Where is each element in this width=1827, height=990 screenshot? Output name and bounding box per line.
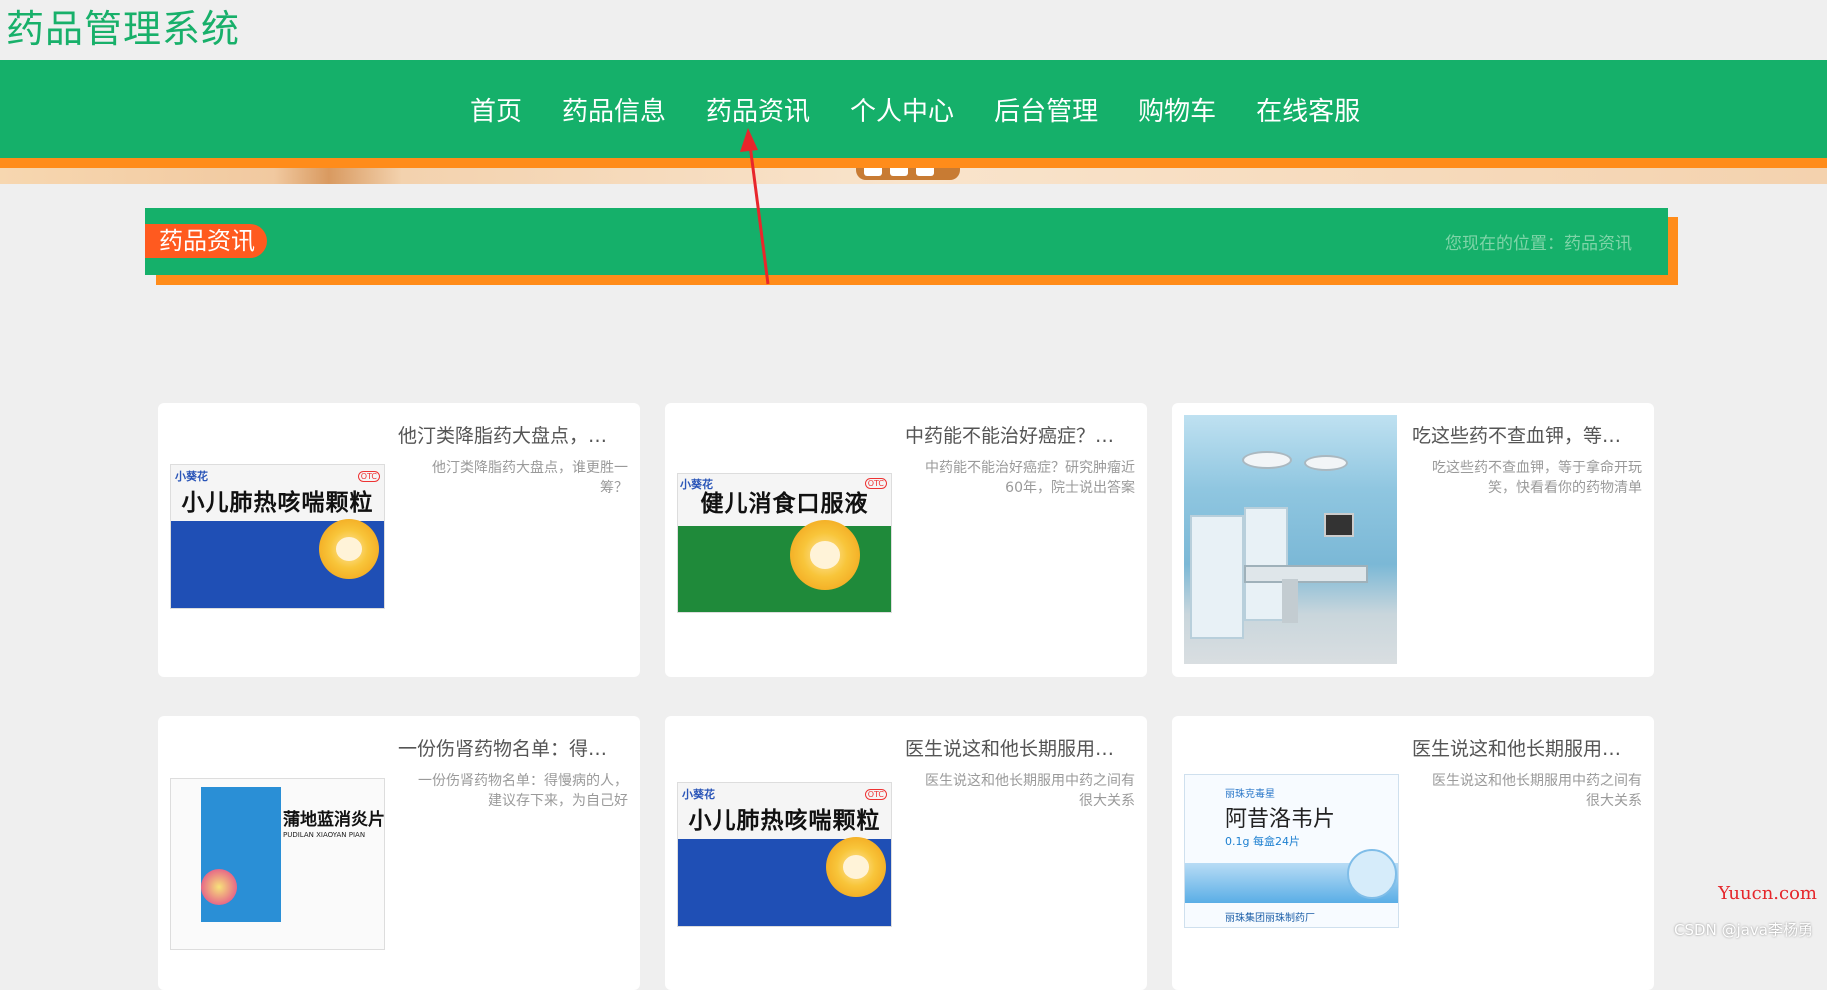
drug-name: 蒲地蓝消炎片	[283, 810, 385, 830]
operating-room-image	[1184, 415, 1397, 664]
drug-box-image: 蒲地蓝消炎片 PUDILAN XIAOYAN PIAN	[170, 778, 385, 950]
logo-emblem-icon	[1347, 849, 1397, 899]
box-panel	[678, 526, 891, 612]
watermark-site: Yuucn.com	[1718, 883, 1817, 904]
header-strip: 药品管理系统	[0, 0, 1827, 60]
news-summary: 一份伤肾药物名单：得慢病的人，建议存下来，为自己好	[418, 773, 628, 809]
news-title[interactable]: 他汀类降脂药大盘点，谁更胜一筹？	[398, 421, 626, 448]
carousel-indicators[interactable]	[856, 168, 960, 180]
nav-item-personal-center[interactable]: 个人中心	[850, 91, 954, 128]
news-card[interactable]: 小葵花 OTC 小儿肺热咳喘颗粒 他汀类降脂药大盘点，谁更胜一筹？ 他汀类降脂药…	[158, 403, 640, 677]
surgical-lamp-icon	[1304, 455, 1348, 471]
breadcrumb: 您现在的位置：药品资讯	[1445, 234, 1632, 254]
operating-table-shape	[1244, 565, 1368, 583]
news-summary: 医生说这和他长期服用中药之间有很大关系	[925, 773, 1135, 809]
drug-box-image: 小葵花 OTC 小儿肺热咳喘颗粒	[677, 782, 892, 927]
brand-label: 小葵花	[175, 470, 208, 483]
nav-item-drug-info[interactable]: 药品信息	[562, 91, 666, 128]
site-title: 药品管理系统	[6, 7, 241, 51]
table-stand-shape	[1282, 579, 1298, 623]
nav-item-drug-news[interactable]: 药品资讯	[706, 91, 810, 128]
drug-name: 小儿肺热咳喘颗粒	[181, 489, 374, 516]
sunflower-mascot-icon	[319, 519, 379, 579]
carousel-dot[interactable]	[890, 168, 908, 176]
sunflower-mascot-icon	[826, 837, 886, 897]
otc-badge: OTC	[864, 789, 887, 800]
drug-box-image: 小葵花 OTC 小儿肺热咳喘颗粒	[170, 464, 385, 609]
watermark-author: CSDN @java李杨勇	[1674, 921, 1813, 939]
nav-list: 首页 药品信息 药品资讯 个人中心 后台管理 购物车 在线客服	[470, 60, 1400, 158]
news-summary: 他汀类降脂药大盘点，谁更胜一筹？	[432, 460, 628, 496]
drug-name: 阿昔洛韦片	[1225, 807, 1336, 832]
sunflower-mascot-icon	[790, 520, 860, 590]
carousel-dot[interactable]	[864, 168, 882, 176]
monitor-icon	[1324, 513, 1354, 537]
news-summary: 中药能不能治好癌症？研究肿瘤近60年，院士说出答案	[925, 460, 1135, 496]
news-card[interactable]: 蒲地蓝消炎片 PUDILAN XIAOYAN PIAN 一份伤肾药物名单：得慢病…	[158, 716, 640, 990]
nav-underline	[0, 158, 1827, 168]
manufacturer: 丽珠集团丽珠制药厂	[1225, 913, 1315, 924]
news-title[interactable]: 医生说这和他长期服用中药之间有很大关系	[1412, 734, 1640, 761]
drug-spec: 0.1g 每盒24片	[1225, 835, 1300, 848]
lotus-icon	[201, 869, 237, 905]
nav-item-cart[interactable]: 购物车	[1138, 91, 1216, 128]
section-header	[145, 208, 1668, 275]
news-summary: 医生说这和他长期服用中药之间有很大关系	[1432, 773, 1642, 809]
drug-name: 健儿消食口服液	[700, 490, 869, 517]
main-navbar: 首页 药品信息 药品资讯 个人中心 后台管理 购物车 在线客服	[0, 60, 1827, 158]
news-title[interactable]: 一份伤肾药物名单：得慢病的人，建议存下来，为自己好	[398, 734, 626, 761]
nav-item-online-service[interactable]: 在线客服	[1256, 91, 1360, 128]
brand-label: 丽珠克毒星	[1225, 789, 1275, 800]
news-title[interactable]: 吃这些药不查血钾，等于拿命开玩笑，快看看你的药物清单	[1412, 421, 1640, 448]
drug-box-image: 小葵花 OTC 健儿消食口服液	[677, 473, 892, 613]
surgical-lamp-icon	[1242, 451, 1292, 469]
drug-box-image: 丽珠克毒星 阿昔洛韦片 0.1g 每盒24片 丽珠集团丽珠制药厂	[1184, 774, 1399, 928]
section-title: 药品资讯	[145, 224, 267, 258]
drug-name: 小儿肺热咳喘颗粒	[688, 807, 881, 834]
news-card[interactable]: 丽珠克毒星 阿昔洛韦片 0.1g 每盒24片 丽珠集团丽珠制药厂 医生说这和他长…	[1172, 716, 1654, 990]
news-card[interactable]: 小葵花 OTC 小儿肺热咳喘颗粒 医生说这和他长期服用中药之间有很大关系 医生说…	[665, 716, 1147, 990]
nav-item-admin[interactable]: 后台管理	[994, 91, 1098, 128]
brand-label: 小葵花	[682, 788, 715, 801]
cabinet-shape	[1190, 515, 1244, 639]
news-card[interactable]: 吃这些药不查血钾，等于拿命开玩笑，快看看你的药物清单 吃这些药不查血钾，等于拿命…	[1172, 403, 1654, 677]
otc-badge: OTC	[357, 471, 380, 482]
news-title[interactable]: 中药能不能治好癌症？研究肿瘤近60年，院士说出答案	[905, 421, 1133, 448]
drug-pinyin: PUDILAN XIAOYAN PIAN	[283, 831, 366, 839]
carousel-dot[interactable]	[916, 168, 934, 176]
nav-item-home[interactable]: 首页	[470, 91, 522, 128]
news-summary: 吃这些药不查血钾，等于拿命开玩笑，快看看你的药物清单	[1432, 460, 1642, 496]
news-title[interactable]: 医生说这和他长期服用中药之间有很大关系	[905, 734, 1133, 761]
news-card[interactable]: 小葵花 OTC 健儿消食口服液 中药能不能治好癌症？研究肿瘤近60年，院士说出答…	[665, 403, 1147, 677]
